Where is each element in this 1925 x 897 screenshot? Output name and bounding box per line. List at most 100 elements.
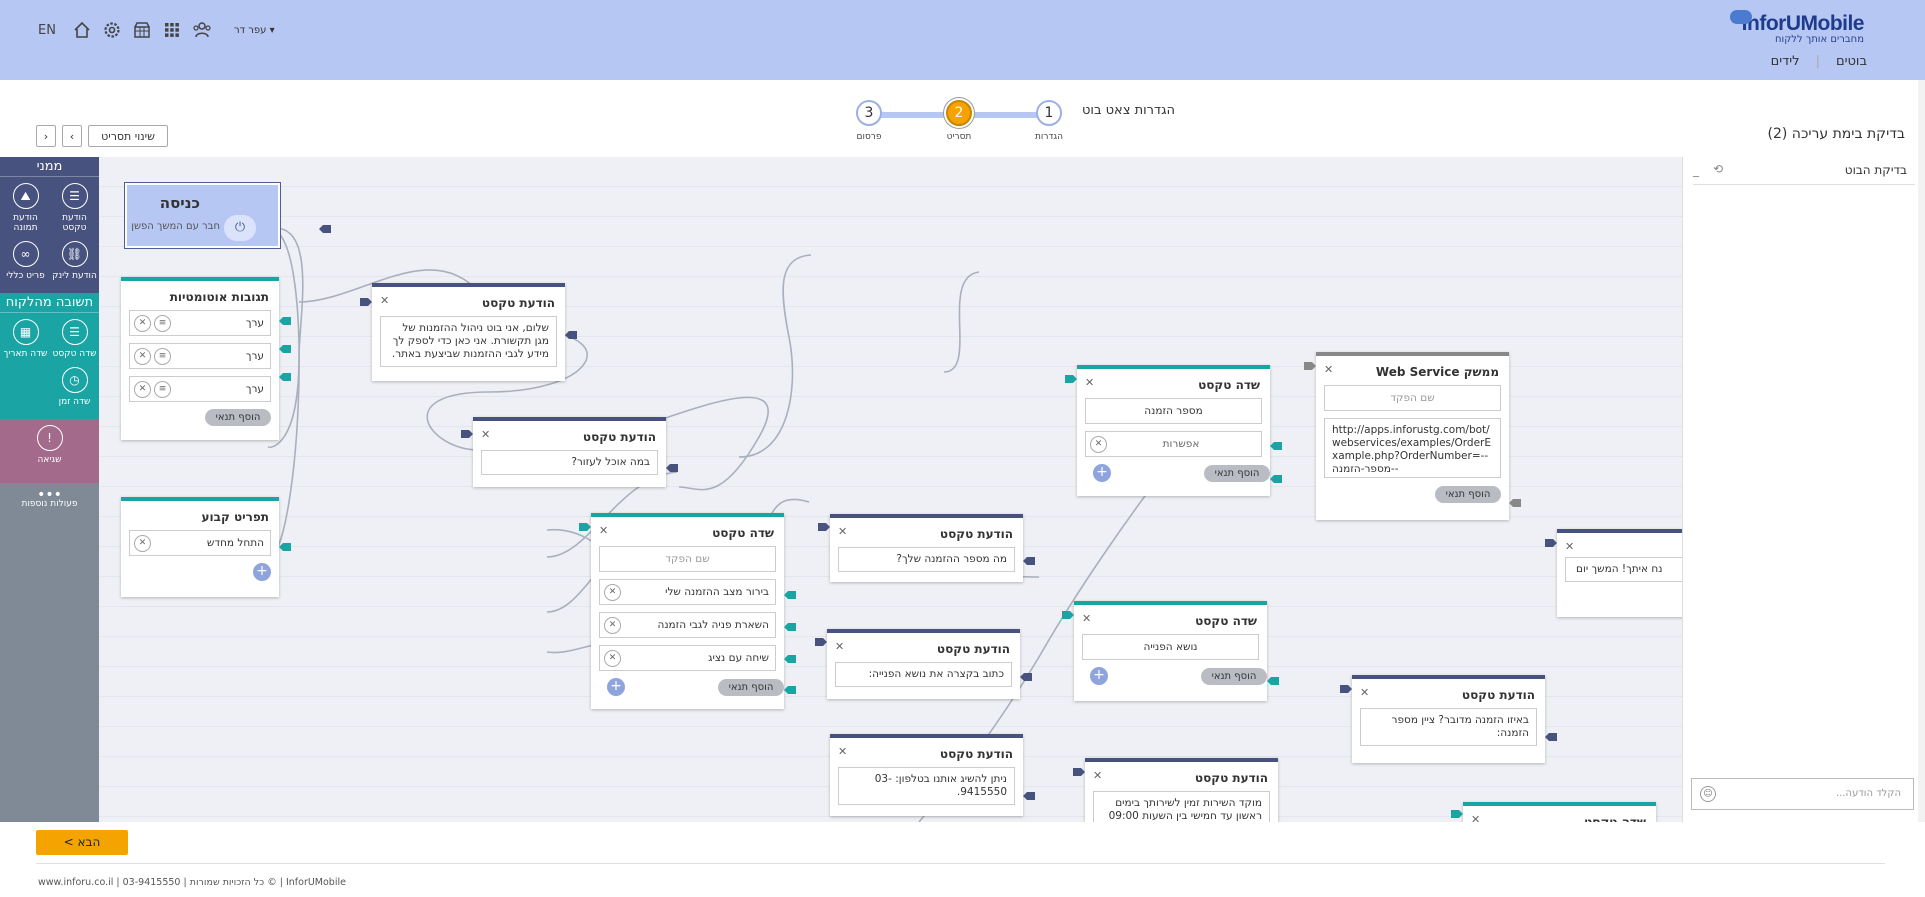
close-icon[interactable]: ✕: [481, 428, 490, 441]
refresh-icon[interactable]: ⟲: [1713, 162, 1723, 176]
message-text[interactable]: נח איתך! המשך יום: [1565, 557, 1682, 582]
more-actions[interactable]: ••• פעולות נוספות: [0, 483, 99, 509]
step-3[interactable]: 3: [856, 100, 882, 126]
list-icon[interactable]: ≡: [154, 314, 171, 332]
output-port-icon[interactable]: [1267, 675, 1279, 687]
add-option-button[interactable]: +: [607, 678, 625, 696]
users-icon[interactable]: [192, 20, 212, 40]
palette-text-message[interactable]: ☰ הודעת טקסט: [50, 183, 99, 233]
add-row-button[interactable]: +: [253, 563, 271, 581]
next-button[interactable]: הבא >: [36, 830, 128, 855]
message-text[interactable]: מוקד השירות זמין לשירותך בימים ראשון עד …: [1093, 791, 1270, 822]
text-field-node-order-number[interactable]: ✕ שדה טקסט מספר הזמנה אפשרות ✕ הוסף תנאי +: [1077, 365, 1270, 496]
option-row[interactable]: אפשרות ✕: [1085, 431, 1262, 457]
output-port-icon[interactable]: [666, 462, 678, 474]
input-port-icon[interactable]: [1065, 373, 1077, 385]
add-condition-button[interactable]: הוסף תנאי: [1435, 486, 1501, 503]
text-message-node-subject[interactable]: ✕ הודעת טקסט כתוב בקצרה את נושא הפנייה:: [827, 629, 1020, 699]
close-icon[interactable]: ✕: [1082, 612, 1091, 625]
remove-icon[interactable]: ✕: [1090, 435, 1107, 453]
text-message-node-hours[interactable]: ✕ הודעת טקסט מוקד השירות זמין לשירותך בי…: [1085, 758, 1278, 822]
list-icon[interactable]: ≡: [154, 380, 171, 398]
output-port-icon[interactable]: [279, 371, 291, 383]
control-name-input[interactable]: שם הפקד: [599, 546, 776, 572]
input-port-icon[interactable]: [319, 223, 331, 235]
auto-replies-node[interactable]: תגובות אוטומטיות ערך ✕ ≡ ערך ✕ ≡ ערך ✕ ≡ הוסף …: [121, 277, 279, 440]
close-icon[interactable]: ✕: [838, 745, 847, 758]
flow-canvas[interactable]: כניסה חבר עם המשך הפשן ⏻ תגובות אוטומטיו…: [99, 157, 1682, 822]
output-port-icon[interactable]: [279, 343, 291, 355]
close-icon[interactable]: ✕: [838, 525, 847, 538]
message-text[interactable]: מה מספר ההזמנה שלך?: [838, 547, 1015, 572]
option-row[interactable]: בירור מצב ההזמנה שלי ✕: [599, 579, 776, 605]
remove-icon[interactable]: ✕: [134, 347, 151, 365]
page-scrollbar[interactable]: [1918, 80, 1925, 822]
text-field-node-subject[interactable]: ✕ שדה טקסט נושא הפנייה הוסף תנאי +: [1074, 601, 1267, 701]
output-port-icon[interactable]: [1020, 671, 1032, 683]
input-port-icon[interactable]: [1545, 537, 1557, 549]
remove-icon[interactable]: ✕: [604, 649, 621, 667]
input-port-icon[interactable]: [1062, 609, 1074, 621]
emoji-icon[interactable]: ☺: [1700, 786, 1716, 802]
fixed-menu-node[interactable]: תפריט קבוע התחל מחדש ✕ +: [121, 497, 279, 597]
output-port-icon[interactable]: [784, 653, 796, 665]
output-port-icon[interactable]: [1509, 497, 1521, 509]
output-port-icon[interactable]: [784, 621, 796, 633]
message-text[interactable]: באיזו הזמנה מדובר? ציין מספר הזמנה:: [1360, 708, 1537, 746]
close-icon[interactable]: ✕: [1360, 686, 1369, 699]
message-text[interactable]: ניתן להשיג אותנו בטלפון: 03-9415550.: [838, 767, 1015, 805]
input-port-icon[interactable]: [1073, 766, 1085, 778]
add-option-button[interactable]: +: [1090, 667, 1108, 685]
option-row[interactable]: שיחה עם נציג ✕: [599, 645, 776, 671]
next-arrow-button[interactable]: ›: [36, 125, 56, 147]
step-1[interactable]: 1: [1036, 100, 1062, 126]
add-condition-button[interactable]: הוסף תנאי: [1204, 464, 1270, 482]
fixed-menu-row[interactable]: התחל מחדש ✕: [129, 530, 271, 556]
control-name-input[interactable]: שם הפקד: [1324, 385, 1501, 411]
output-port-icon[interactable]: [1023, 790, 1035, 802]
message-text[interactable]: במה אוכל לעזור?: [481, 450, 658, 475]
user-menu[interactable]: ▾ עפר דר: [234, 25, 275, 36]
home-icon[interactable]: [72, 20, 92, 40]
output-port-icon[interactable]: [1545, 731, 1557, 743]
settings-label[interactable]: הגדרות צאט בוט: [1082, 103, 1175, 118]
control-name-input[interactable]: מספר הזמנה: [1085, 398, 1262, 424]
input-port-icon[interactable]: [815, 636, 827, 648]
palette-error[interactable]: ! שגיאה: [0, 419, 99, 483]
palette-general-item[interactable]: ∞ פריט כללי: [1, 241, 50, 281]
web-service-url[interactable]: http://apps.inforustg.com/bot/webservice…: [1324, 418, 1501, 478]
brand-logo[interactable]: InforUMobile מחברים אותך ללקוח: [1729, 10, 1865, 45]
nav-bots[interactable]: בוטים: [1836, 54, 1867, 69]
remove-icon[interactable]: ✕: [134, 380, 151, 398]
text-message-node-phone[interactable]: ✕ הודעת טקסט ניתן להשיג אותנו בטלפון: 03…: [830, 734, 1023, 816]
close-icon[interactable]: ✕: [1085, 376, 1094, 389]
input-port-icon[interactable]: [1451, 808, 1463, 820]
close-icon[interactable]: ✕: [835, 640, 844, 653]
chat-input[interactable]: הקלד הודעה... ☺: [1691, 778, 1914, 810]
language-switch[interactable]: EN: [38, 23, 56, 38]
output-port-icon[interactable]: [565, 329, 577, 341]
close-icon[interactable]: ✕: [1471, 813, 1480, 822]
nav-leads[interactable]: לידים: [1771, 54, 1800, 69]
input-port-icon[interactable]: [579, 521, 591, 533]
text-field-node-partial[interactable]: ✕ שדה טקסט: [1463, 802, 1656, 822]
apps-grid-icon[interactable]: [162, 20, 182, 40]
gear-icon[interactable]: [102, 20, 122, 40]
remove-icon[interactable]: ✕: [134, 534, 151, 552]
close-icon[interactable]: ✕: [599, 524, 608, 537]
store-icon[interactable]: [132, 20, 152, 40]
entry-node[interactable]: כניסה חבר עם המשך הפשן ⏻: [124, 182, 281, 249]
close-icon[interactable]: ✕: [380, 294, 389, 307]
text-message-node-which-order[interactable]: ✕ הודעת טקסט באיזו הזמנה מדובר? ציין מספ…: [1352, 675, 1545, 763]
output-port-icon[interactable]: [279, 315, 291, 327]
input-port-icon[interactable]: [818, 521, 830, 533]
close-icon[interactable]: ✕: [1093, 769, 1102, 782]
control-name-input[interactable]: נושא הפנייה: [1082, 634, 1259, 660]
palette-date-field[interactable]: ▦ שדה תאריך: [1, 319, 50, 359]
auto-reply-row[interactable]: ערך ✕ ≡: [129, 310, 271, 336]
close-icon[interactable]: ✕: [1565, 540, 1574, 553]
remove-icon[interactable]: ✕: [604, 616, 621, 634]
message-text[interactable]: כתוב בקצרה את נושא הפנייה:: [835, 662, 1012, 687]
output-port-icon[interactable]: [279, 541, 291, 553]
close-icon[interactable]: ✕: [1324, 363, 1333, 376]
